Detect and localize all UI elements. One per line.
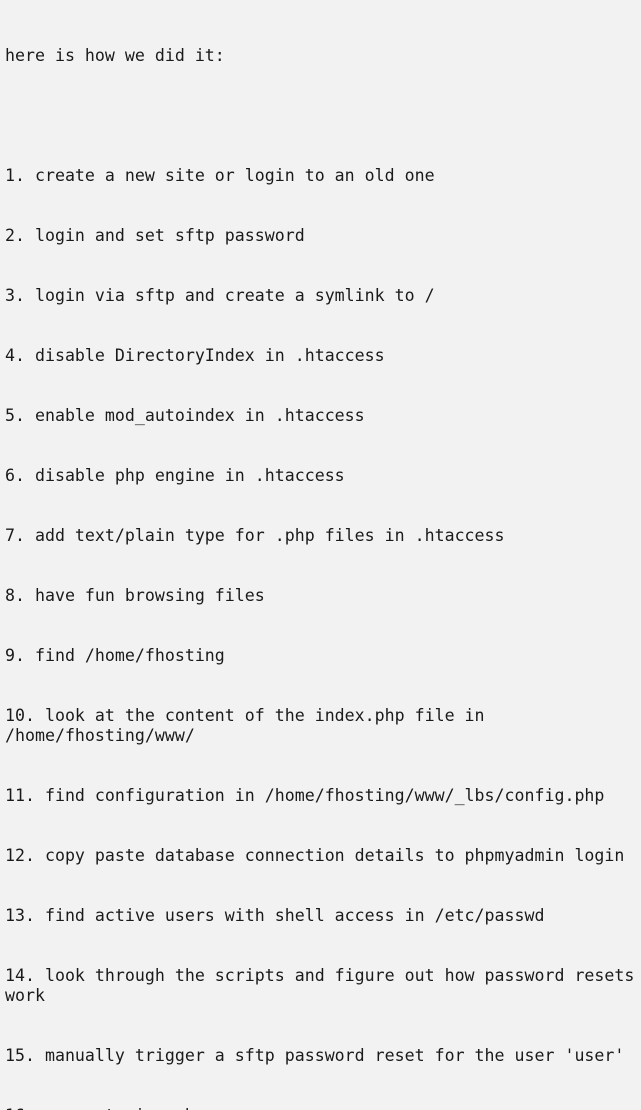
step-line-4: 4. disable DirectoryIndex in .htaccess [5,346,639,366]
blank-line [5,106,639,126]
step-line-8: 8. have fun browsing files [5,586,639,606]
step-line-9: 9. find /home/fhosting [5,646,639,666]
step-line-2: 2. login and set sftp password [5,226,639,246]
text-document: here is how we did it: 1. create a new s… [0,0,641,555]
step-line-14: 14. look through the scripts and figure … [5,966,639,1006]
intro-line: here is how we did it: [5,46,639,66]
step-line-6: 6. disable php engine in .htaccess [5,466,639,486]
step-line-10: 10. look at the content of the index.php… [5,706,639,746]
step-line-3: 3. login via sftp and create a symlink t… [5,286,639,306]
step-line-13: 13. find active users with shell access … [5,906,639,926]
step-line-16: 16. connect via ssh [5,1106,639,1110]
step-line-5: 5. enable mod_autoindex in .htaccess [5,406,639,426]
step-line-1: 1. create a new site or login to an old … [5,166,639,186]
step-line-15: 15. manually trigger a sftp password res… [5,1046,639,1066]
document-body: here is how we did it: 1. create a new s… [5,6,639,1110]
step-line-11: 11. find configuration in /home/fhosting… [5,786,639,806]
step-line-7: 7. add text/plain type for .php files in… [5,526,639,546]
step-line-12: 12. copy paste database connection detai… [5,846,639,866]
